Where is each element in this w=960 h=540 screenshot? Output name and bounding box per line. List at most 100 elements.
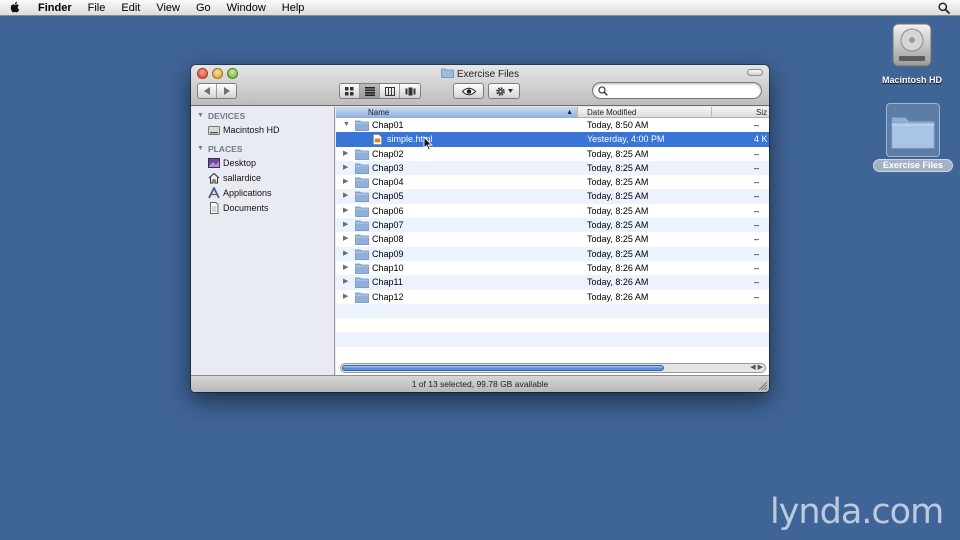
column-header-date-modified[interactable]: Date Modified xyxy=(578,107,712,118)
list-item[interactable]: ▶ Chap09 Today, 8:25 AM – xyxy=(336,246,769,261)
file-date: Today, 8:25 AM xyxy=(587,191,649,202)
forward-button[interactable] xyxy=(217,84,236,98)
menu-bar: Finder File Edit View Go Window Help xyxy=(0,0,960,16)
sidebar-section-devices[interactable]: ▼ DEVICES xyxy=(191,109,334,122)
toolbar-toggle-button[interactable] xyxy=(747,69,763,76)
desktop-icon-exercise-files[interactable]: Exercise Files xyxy=(872,103,954,172)
action-menu-button[interactable] xyxy=(488,83,520,99)
horizontal-scrollbar[interactable]: ◀ ▶ xyxy=(340,363,766,373)
list-item[interactable]: ▶ Chap02 Today, 8:25 AM – xyxy=(336,147,769,161)
chevron-down-icon xyxy=(508,89,513,93)
icon-view-icon xyxy=(345,86,354,95)
window-title-text: Exercise Files xyxy=(456,69,520,80)
menu-file[interactable]: File xyxy=(80,0,114,16)
column-headers: Name ▲ Date Modified Siz xyxy=(336,107,769,118)
file-date: Yesterday, 4:00 PM xyxy=(587,134,665,145)
empty-row xyxy=(336,318,769,332)
drive-icon xyxy=(208,125,220,135)
finder-window: Exercise Files ▼ DEVICES Macintosh HD ▼ … xyxy=(191,65,769,392)
apple-menu-icon[interactable] xyxy=(0,0,30,17)
menu-help[interactable]: Help xyxy=(274,0,313,16)
disclosure-triangle-icon[interactable]: ▶ xyxy=(343,177,348,187)
back-button[interactable] xyxy=(198,84,217,98)
search-input[interactable] xyxy=(611,84,756,97)
disclosure-triangle-icon: ▼ xyxy=(197,112,204,119)
list-item[interactable]: ▶ Chap12 Today, 8:26 AM – xyxy=(336,290,769,304)
gear-icon xyxy=(496,86,505,96)
column-header-name[interactable]: Name ▲ xyxy=(336,107,578,118)
disclosure-triangle-icon[interactable]: ▶ xyxy=(343,220,348,230)
quick-look-button[interactable] xyxy=(453,83,484,99)
file-size: – xyxy=(754,262,760,273)
file-name: Chap03 xyxy=(372,162,404,173)
sidebar-item-desktop[interactable]: Desktop xyxy=(191,155,334,170)
applications-icon xyxy=(208,186,220,198)
spotlight-search-icon[interactable] xyxy=(938,2,950,14)
file-date: Today, 8:25 AM xyxy=(587,148,649,159)
file-size: – xyxy=(754,234,760,245)
file-name: Chap10 xyxy=(372,262,404,273)
disclosure-triangle-icon[interactable]: ▶ xyxy=(343,191,348,201)
coverflow-view-button[interactable] xyxy=(400,84,420,98)
folder-icon xyxy=(355,220,369,231)
sidebar-item-applications[interactable]: Applications xyxy=(191,185,334,200)
disclosure-triangle-icon[interactable]: ▶ xyxy=(343,234,348,244)
disclosure-triangle-icon[interactable]: ▶ xyxy=(343,277,348,287)
sidebar-item-label: Macintosh HD xyxy=(223,124,280,135)
list-item[interactable]: ▶ Chap03 Today, 8:25 AM – xyxy=(336,160,769,176)
folder-icon xyxy=(355,149,369,160)
file-size: – xyxy=(754,205,760,216)
list-item-selected[interactable]: simple.html Yesterday, 4:00 PM 4 K xyxy=(336,132,769,147)
menu-finder[interactable]: Finder xyxy=(30,0,80,16)
sidebar-heading: DEVICES xyxy=(207,110,246,121)
column-view-button[interactable] xyxy=(380,84,400,98)
sidebar-item-label: Applications xyxy=(223,187,272,198)
menu-edit[interactable]: Edit xyxy=(113,0,148,16)
disclosure-triangle-icon[interactable]: ▶ xyxy=(343,263,348,273)
list-item[interactable]: ▶ Chap11 Today, 8:26 AM – xyxy=(336,275,769,290)
status-text: 1 of 13 selected, 99.78 GB available xyxy=(411,379,549,389)
sidebar-item-home[interactable]: sallardice xyxy=(191,170,334,185)
desktop-icon-macintosh-hd[interactable]: Macintosh HD xyxy=(876,22,948,85)
folder-icon xyxy=(355,177,369,189)
list-item[interactable]: ▶ Chap06 Today, 8:25 AM – xyxy=(336,204,769,218)
disclosure-triangle-icon[interactable]: ▶ xyxy=(343,249,348,259)
resize-grip-icon[interactable] xyxy=(758,381,767,390)
list-item[interactable]: ▶ Chap07 Today, 8:25 AM – xyxy=(336,218,769,233)
sidebar-item-documents[interactable]: Documents xyxy=(191,200,334,215)
menu-window[interactable]: Window xyxy=(219,0,274,16)
menu-go[interactable]: Go xyxy=(188,0,219,16)
list-item[interactable]: ▼ Chap01 Today, 8:50 AM – xyxy=(336,118,769,132)
sort-ascending-icon: ▲ xyxy=(566,109,573,116)
scroll-arrows-icon[interactable]: ◀ ▶ xyxy=(750,363,763,373)
search-field[interactable] xyxy=(592,82,762,99)
disclosure-triangle-icon[interactable]: ▶ xyxy=(343,292,348,302)
folder-icon xyxy=(355,192,369,203)
menu-view[interactable]: View xyxy=(148,0,188,16)
list-item[interactable]: ▶ Chap10 Today, 8:26 AM – xyxy=(336,261,769,275)
list-item[interactable]: ▶ Chap04 Today, 8:25 AM – xyxy=(336,175,769,189)
file-date: Today, 8:25 AM xyxy=(587,177,649,188)
column-header-size[interactable]: Siz xyxy=(712,107,769,118)
list-view-button[interactable] xyxy=(360,84,380,98)
file-name: Chap07 xyxy=(372,220,404,231)
disclosure-triangle-icon[interactable]: ▶ xyxy=(343,206,348,216)
view-mode-buttons xyxy=(339,83,421,99)
file-size: – xyxy=(754,248,760,259)
folder-icon xyxy=(355,206,369,217)
file-date: Today, 8:50 AM xyxy=(587,120,649,130)
disclosure-triangle-icon: ▼ xyxy=(197,145,204,152)
disclosure-triangle-icon[interactable]: ▶ xyxy=(343,149,348,159)
icon-view-button[interactable] xyxy=(340,84,360,98)
list-item[interactable]: ▶ Chap05 Today, 8:25 AM – xyxy=(336,189,769,204)
file-name: Chap02 xyxy=(372,148,404,159)
file-rows: ▼ Chap01 Today, 8:50 AM – simple.html Ye… xyxy=(336,118,769,361)
list-item[interactable]: ▶ Chap08 Today, 8:25 AM – xyxy=(336,232,769,246)
disclosure-triangle-expanded-icon[interactable]: ▼ xyxy=(343,120,350,130)
scrollbar-thumb[interactable] xyxy=(342,365,664,371)
disclosure-triangle-icon[interactable]: ▶ xyxy=(343,163,348,173)
file-name: Chap05 xyxy=(372,191,404,202)
window-toolbar: Exercise Files xyxy=(191,65,769,106)
sidebar-item-macintosh-hd[interactable]: Macintosh HD xyxy=(191,122,334,137)
sidebar-section-places[interactable]: ▼ PLACES xyxy=(191,142,334,155)
